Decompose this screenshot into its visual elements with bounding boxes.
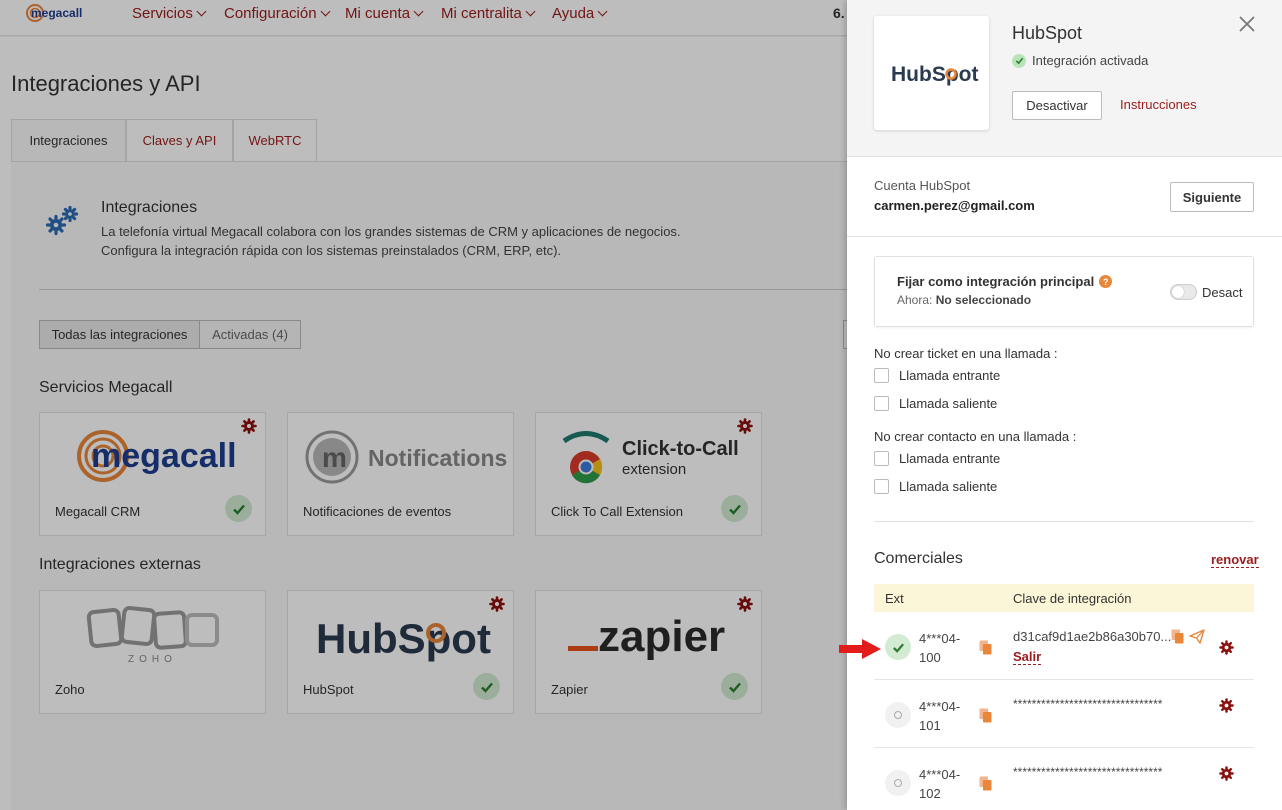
- settings-gear-icon[interactable]: [1219, 766, 1234, 781]
- panel-title: HubSpot: [1012, 23, 1083, 43]
- active-check-icon[interactable]: [885, 634, 911, 660]
- table-row: 4***04- 102 *****************************…: [874, 749, 1254, 810]
- hubspot-settings-panel: HubSpot HubSpot Integración activada Des…: [847, 0, 1282, 810]
- account-section: Cuenta HubSpot carmen.perez@gmail.com Si…: [847, 157, 1282, 237]
- main-integration-title: Fijar como integración principal ?: [897, 274, 1113, 289]
- renew-link[interactable]: renovar: [1211, 552, 1259, 568]
- copy-icon[interactable]: [979, 776, 992, 791]
- no-contact-outgoing-checkbox[interactable]: Llamada saliente: [874, 479, 997, 494]
- account-label: Cuenta HubSpot: [874, 178, 971, 193]
- table-row: 4***04- 100 d31caf9d1ae2b86a30b70... Sali…: [874, 613, 1254, 680]
- instructions-link[interactable]: Instrucciones: [1120, 97, 1197, 112]
- checkbox[interactable]: [874, 368, 889, 383]
- inactive-status-icon[interactable]: [885, 770, 911, 796]
- extension-number: 4***04- 100: [919, 631, 961, 665]
- panel-header: HubSpot HubSpot Integración activada Des…: [847, 0, 1282, 157]
- next-button[interactable]: Siguiente: [1170, 182, 1254, 212]
- integration-key: d31caf9d1ae2b86a30b70...: [1013, 629, 1172, 644]
- logout-link[interactable]: Salir: [1013, 649, 1042, 665]
- send-icon[interactable]: [1189, 629, 1205, 644]
- checkbox[interactable]: [874, 396, 889, 411]
- red-arrow-icon: [839, 639, 881, 659]
- no-ticket-incoming-checkbox[interactable]: Llamada entrante: [874, 368, 1000, 383]
- integration-key-masked: ********************************: [1013, 697, 1163, 711]
- column-header-ext: Ext: [885, 591, 904, 606]
- toggle-label: Desact: [1202, 285, 1243, 300]
- table-row: 4***04- 101 *****************************…: [874, 681, 1254, 748]
- integration-key-masked: ********************************: [1013, 765, 1163, 779]
- svg-text:HubSpot: HubSpot: [891, 63, 978, 86]
- no-contact-incoming-checkbox[interactable]: Llamada entrante: [874, 451, 1000, 466]
- extension-number: 4***04- 102: [919, 767, 961, 801]
- account-email: carmen.perez@gmail.com: [874, 198, 1035, 213]
- hubspot-logo: HubSpot: [891, 63, 978, 86]
- no-ticket-outgoing-checkbox[interactable]: Llamada saliente: [874, 396, 997, 411]
- status-check-icon: [1012, 53, 1026, 68]
- divider: [874, 521, 1254, 522]
- no-contact-heading: No crear contacto en una llamada :: [874, 429, 1077, 444]
- deactivate-button[interactable]: Desactivar: [1012, 91, 1102, 120]
- checkbox[interactable]: [874, 479, 889, 494]
- inactive-status-icon[interactable]: [885, 702, 911, 728]
- copy-icon[interactable]: [1171, 629, 1184, 644]
- hubspot-logo-box: HubSpot: [874, 16, 989, 130]
- checkbox[interactable]: [874, 451, 889, 466]
- main-integration-current: Ahora: No seleccionado: [897, 293, 1032, 307]
- sales-title: Comerciales: [874, 550, 963, 567]
- modal-backdrop[interactable]: [0, 0, 847, 810]
- help-icon[interactable]: ?: [1099, 275, 1113, 288]
- main-integration-toggle[interactable]: [1170, 284, 1197, 300]
- copy-icon[interactable]: [979, 708, 992, 723]
- integration-status: Integración activada: [1012, 53, 1148, 68]
- sales-table-header: Ext Clave de integración: [874, 584, 1254, 612]
- copy-icon[interactable]: [979, 640, 992, 655]
- close-icon[interactable]: [1238, 15, 1256, 33]
- toggle-knob: [1172, 286, 1184, 298]
- extension-number: 4***04- 101: [919, 699, 961, 733]
- settings-gear-icon[interactable]: [1219, 640, 1234, 655]
- column-header-key: Clave de integración: [1013, 591, 1132, 606]
- no-ticket-heading: No crear ticket en una llamada :: [874, 346, 1058, 361]
- main-integration-box: Fijar como integración principal ? Ahora…: [874, 256, 1254, 327]
- settings-gear-icon[interactable]: [1219, 698, 1234, 713]
